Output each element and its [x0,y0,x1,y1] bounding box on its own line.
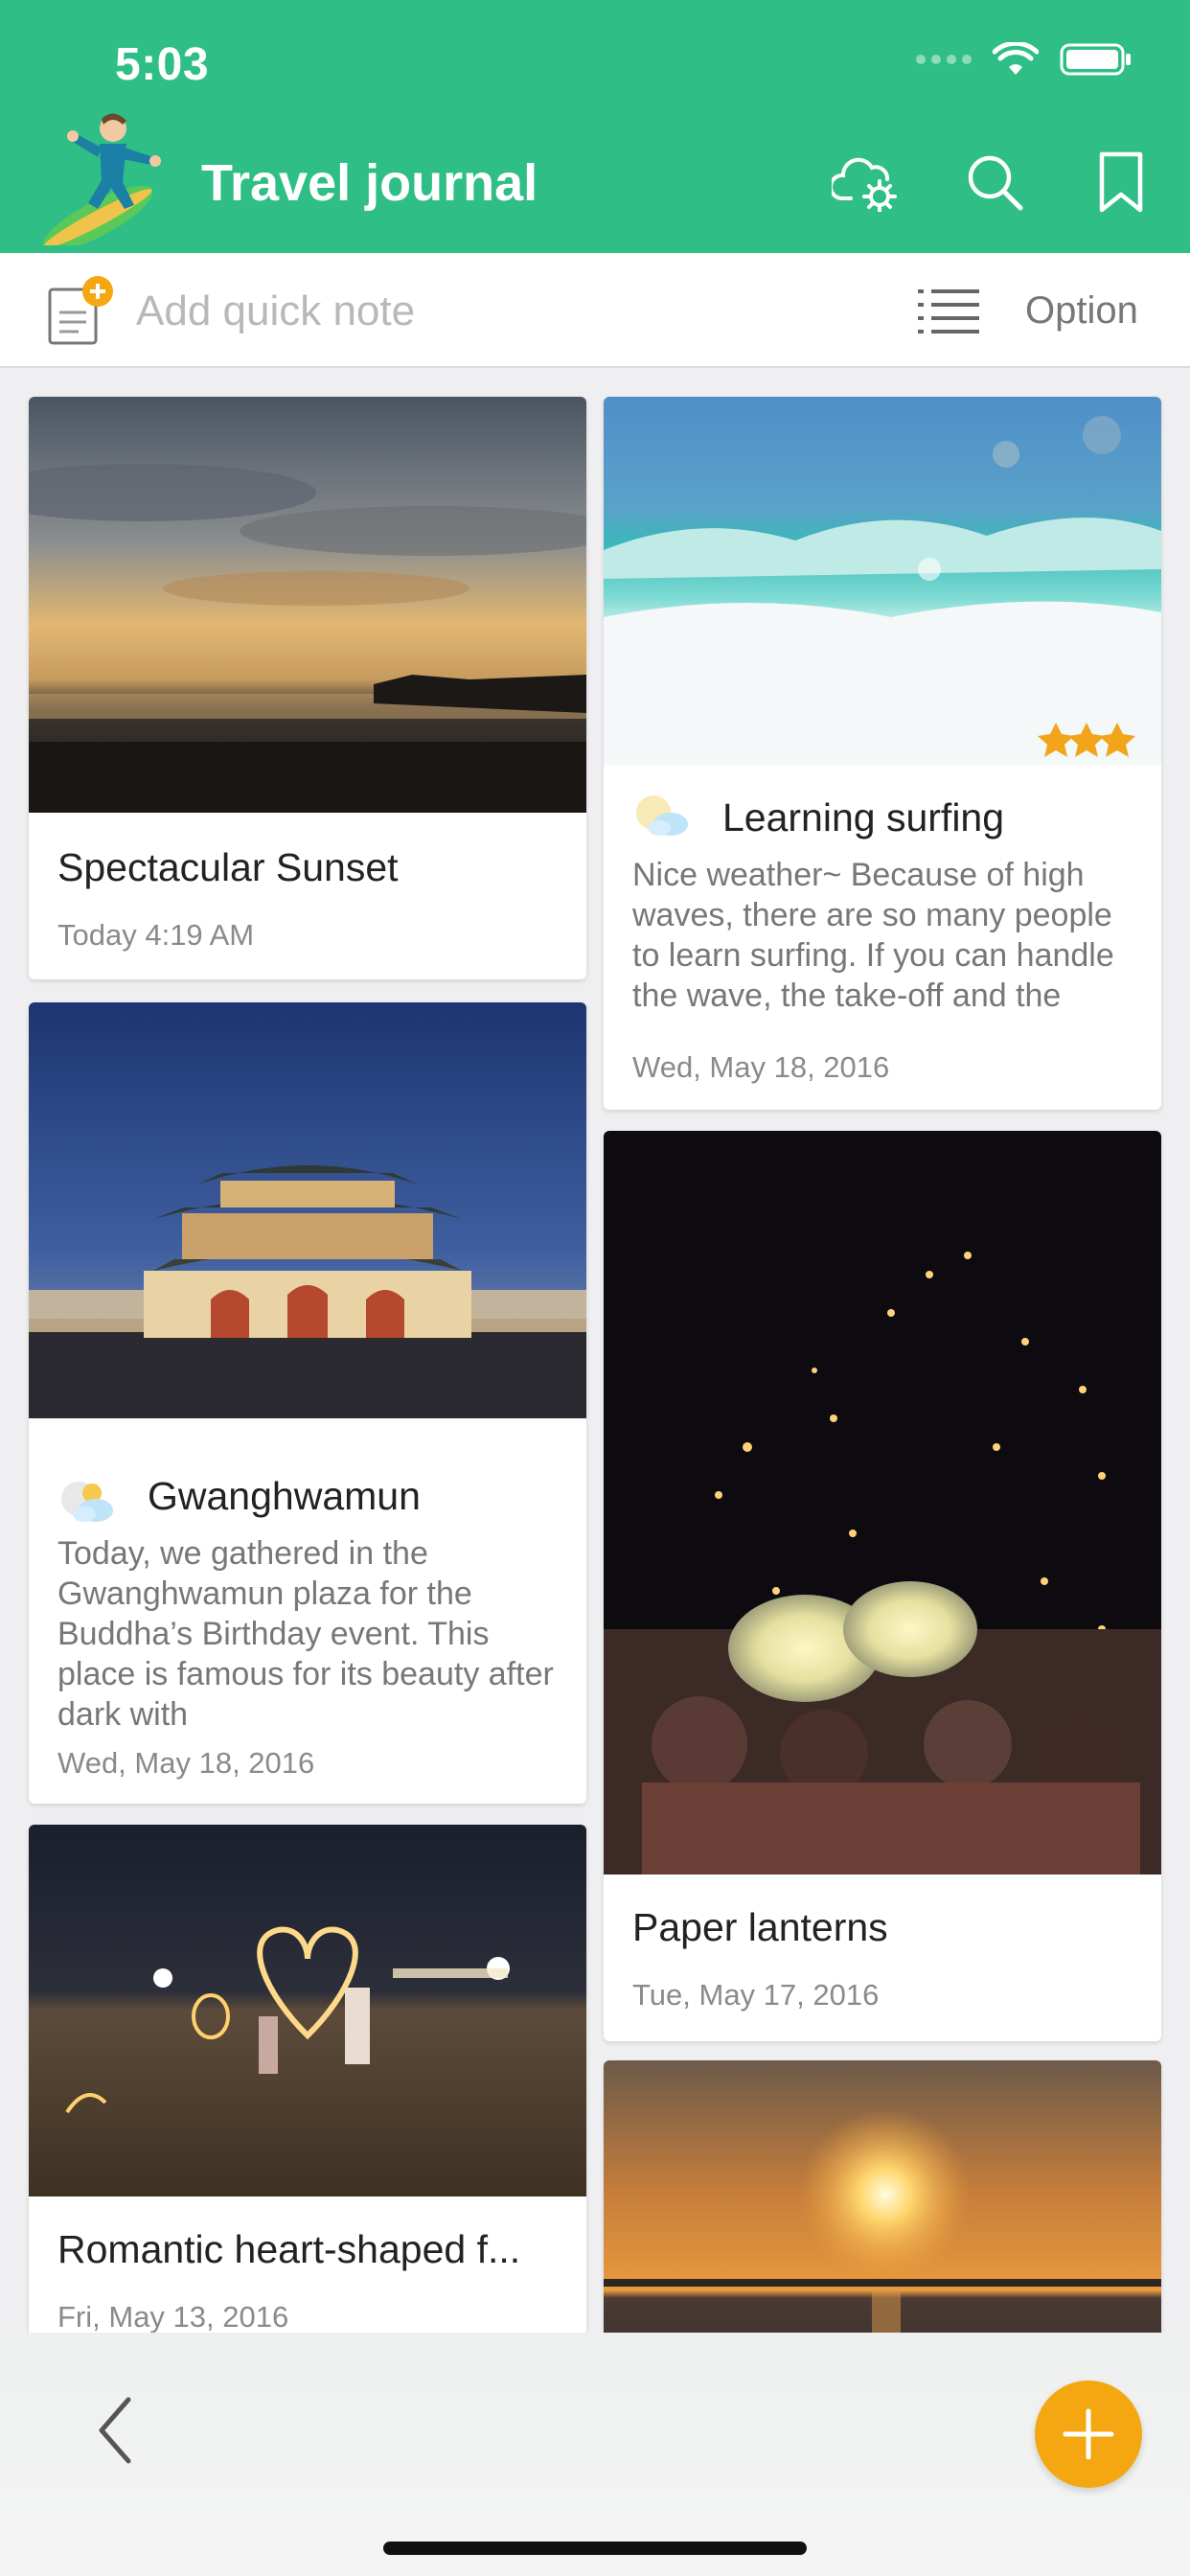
entry-title: Paper lanterns [632,1905,888,1949]
entry-date: Fri, May 13, 2016 [57,2300,289,2333]
wifi-icon [993,42,1039,75]
add-entry-button[interactable] [1035,2380,1142,2488]
entry-title: Spectacular Sunset [57,845,399,889]
search-icon[interactable] [956,144,1033,220]
app-title: Travel journal [201,154,538,212]
list-view-icon[interactable] [918,286,979,335]
entry-date: Wed, May 18, 2016 [57,1746,315,1780]
journal-card[interactable]: Romantic heart-shaped f... Fri, May 13, … [29,1825,586,2333]
app-header: 5:03 Travel journal [0,0,1190,253]
entry-title: Romantic heart-shaped f... [57,2227,521,2271]
entry-snippet: Today, we gathered in the Gwanghwamun pl… [57,1535,554,1733]
journal-card[interactable]: Learning surfing Nice weather~ Because o… [604,397,1161,1110]
entry-title: Learning surfing [722,795,1005,840]
option-button[interactable]: Option [1025,289,1138,333]
entry-date: Wed, May 18, 2016 [632,1050,890,1084]
weather-sunny-cloudy-icon [636,795,688,836]
entry-title: Gwanghwamun [148,1474,421,1518]
add-note-icon[interactable] [44,274,117,347]
journal-card[interactable]: Paper lanterns Tue, May 17, 2016 [604,1131,1161,2041]
bookmark-icon[interactable] [1083,144,1159,220]
entry-photo [29,1002,586,1418]
journal-card[interactable]: Gwanghwamun Today, we gathered in the Gw… [29,1002,586,1804]
entry-photo [604,397,1161,765]
home-indicator [383,2542,807,2555]
plus-icon [1063,2408,1114,2460]
status-indicators [916,42,1133,77]
entry-photo [29,397,586,813]
weather-night-cloudy-icon [61,1482,113,1522]
journal-card[interactable]: Spectacular Sunset Today 4:19 AM [29,397,586,979]
cloud-settings-icon[interactable] [828,144,904,220]
status-time: 5:03 [115,39,210,90]
quick-note-input[interactable]: Add quick note [136,288,415,335]
journal-feed: Spectacular Sunset Today 4:19 AM Gwanghw… [0,368,1190,2333]
entry-snippet: Nice weather~ Because of high waves, the… [632,857,1114,1014]
quick-note-bar: Add quick note Option [0,253,1190,368]
entry-date: Tue, May 17, 2016 [632,1978,880,2012]
entry-photo [604,2060,1161,2333]
battery-icon [1060,43,1131,76]
journal-card[interactable] [604,2060,1161,2333]
signal-icon [916,55,972,64]
entry-photo [29,1825,586,2196]
surfer-avatar[interactable] [34,105,167,245]
entry-date: Today 4:19 AM [57,918,255,952]
entry-photo [604,1131,1161,1874]
back-chevron-icon[interactable] [86,2392,144,2469]
bottom-toolbar [0,2333,1190,2576]
